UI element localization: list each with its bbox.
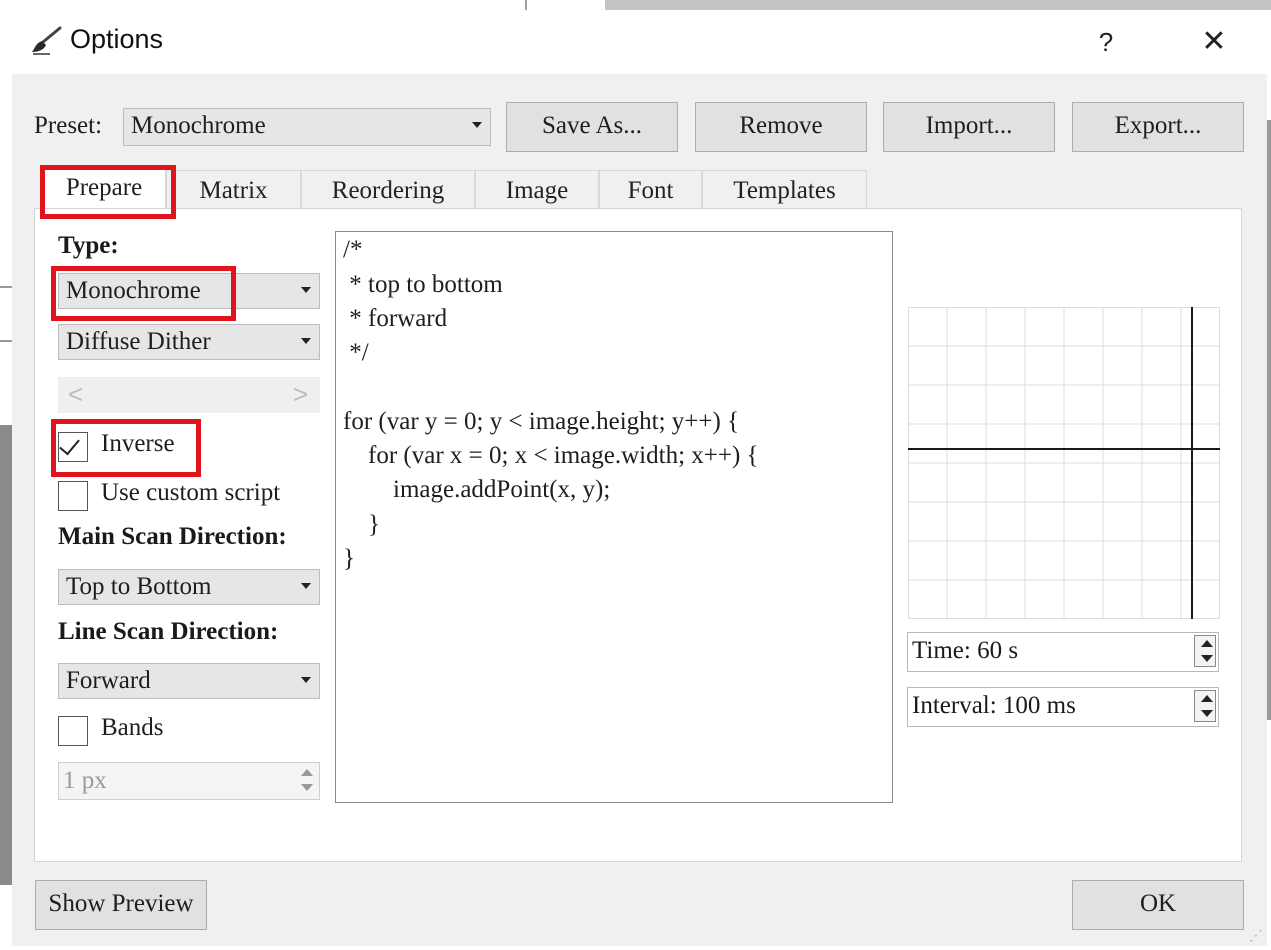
close-button[interactable]: ✕ xyxy=(1192,22,1236,62)
bands-checkbox[interactable] xyxy=(58,716,88,746)
chevron-down-icon xyxy=(472,122,482,128)
code-line: */ xyxy=(343,339,369,366)
line-scan-select-value: Forward xyxy=(66,667,151,694)
code-line: image.addPoint(x, y); xyxy=(343,476,611,503)
dither-select-value: Diffuse Dither xyxy=(66,328,211,355)
interval-value: Interval: 100 ms xyxy=(912,692,1076,719)
line-scan-select[interactable]: Forward xyxy=(58,663,320,699)
inverse-label: Inverse xyxy=(101,430,175,457)
arrow-up-icon xyxy=(301,769,313,776)
window-title: Options xyxy=(70,24,164,54)
line-scan-label: Line Scan Direction: xyxy=(58,618,279,645)
options-dialog: Options ? ✕ Preset: Monochrome Save As..… xyxy=(12,10,1267,946)
main-scan-label: Main Scan Direction: xyxy=(58,523,287,550)
arrow-down-icon xyxy=(1201,710,1213,717)
import-button[interactable]: Import... xyxy=(883,102,1055,152)
background-line xyxy=(0,340,12,342)
code-line: * top to bottom xyxy=(343,271,503,298)
show-preview-button[interactable]: Show Preview xyxy=(35,880,207,930)
code-line: * forward xyxy=(343,305,448,332)
resize-grip-icon[interactable]: ⋰ xyxy=(1249,927,1263,944)
preset-label: Preset: xyxy=(34,112,103,139)
chevron-right-icon[interactable]: > xyxy=(293,379,308,410)
chevron-down-icon xyxy=(301,338,311,344)
scan-preview-grid xyxy=(908,307,1220,619)
preset-select[interactable]: Monochrome xyxy=(123,108,491,146)
tab-reordering[interactable]: Reordering xyxy=(301,170,475,210)
type-select-value: Monochrome xyxy=(66,277,201,304)
code-line: } xyxy=(343,511,380,538)
tab-image[interactable]: Image xyxy=(475,170,599,210)
bands-label: Bands xyxy=(101,714,164,741)
chevron-left-icon[interactable]: < xyxy=(68,379,83,410)
save-as-button[interactable]: Save As... xyxy=(506,102,678,152)
dither-select[interactable]: Diffuse Dither xyxy=(58,324,320,360)
background-window-edge xyxy=(1267,120,1271,720)
tab-matrix[interactable]: Matrix xyxy=(166,170,301,210)
tab-templates[interactable]: Templates xyxy=(702,170,867,210)
code-line: } xyxy=(343,545,355,572)
background-line xyxy=(0,286,12,288)
remove-button[interactable]: Remove xyxy=(695,102,867,152)
background-window-strip xyxy=(605,0,1271,10)
arrow-up-icon xyxy=(1201,695,1213,702)
preset-select-value: Monochrome xyxy=(131,112,266,139)
interval-spinbox[interactable]: Interval: 100 ms xyxy=(907,687,1219,727)
time-value: Time: 60 s xyxy=(912,637,1019,664)
type-label: Type: xyxy=(58,232,119,259)
custom-script-label: Use custom script xyxy=(101,479,281,506)
tab-prepare[interactable]: Prepare xyxy=(42,167,166,211)
custom-script-checkbox[interactable] xyxy=(58,481,88,511)
paintbrush-icon xyxy=(32,26,62,55)
code-line: for (var y = 0; y < image.height; y++) { xyxy=(343,408,740,435)
script-editor[interactable]: /* * top to bottom * forward */ for (var… xyxy=(335,231,893,803)
main-scan-select-value: Top to Bottom xyxy=(66,573,212,600)
type-select[interactable]: Monochrome xyxy=(58,273,320,309)
export-button[interactable]: Export... xyxy=(1072,102,1244,152)
threshold-slider[interactable]: < > xyxy=(58,377,320,413)
chevron-down-icon xyxy=(301,677,311,683)
spin-buttons[interactable] xyxy=(1194,635,1216,667)
code-line: for (var x = 0; x < image.width; x++) { xyxy=(343,442,759,469)
spin-buttons[interactable] xyxy=(1194,690,1216,722)
inverse-checkbox[interactable] xyxy=(58,432,88,462)
tab-font[interactable]: Font xyxy=(599,170,702,210)
chevron-down-icon xyxy=(301,583,311,589)
bands-size-value: 1 px xyxy=(63,767,107,794)
arrow-up-icon xyxy=(1201,640,1213,647)
title-bar[interactable]: Options ? ✕ xyxy=(12,10,1267,74)
arrow-down-icon xyxy=(1201,655,1213,662)
time-spinbox[interactable]: Time: 60 s xyxy=(907,632,1219,672)
arrow-down-icon xyxy=(301,784,313,791)
bands-size-spinbox[interactable]: 1 px xyxy=(58,762,320,800)
ok-button[interactable]: OK xyxy=(1072,880,1244,930)
chevron-down-icon xyxy=(301,287,311,293)
checkmark-icon xyxy=(59,433,80,456)
spin-buttons[interactable] xyxy=(295,765,317,797)
code-line: /* xyxy=(343,236,363,263)
help-button[interactable]: ? xyxy=(1084,22,1128,62)
main-scan-select[interactable]: Top to Bottom xyxy=(58,569,320,605)
